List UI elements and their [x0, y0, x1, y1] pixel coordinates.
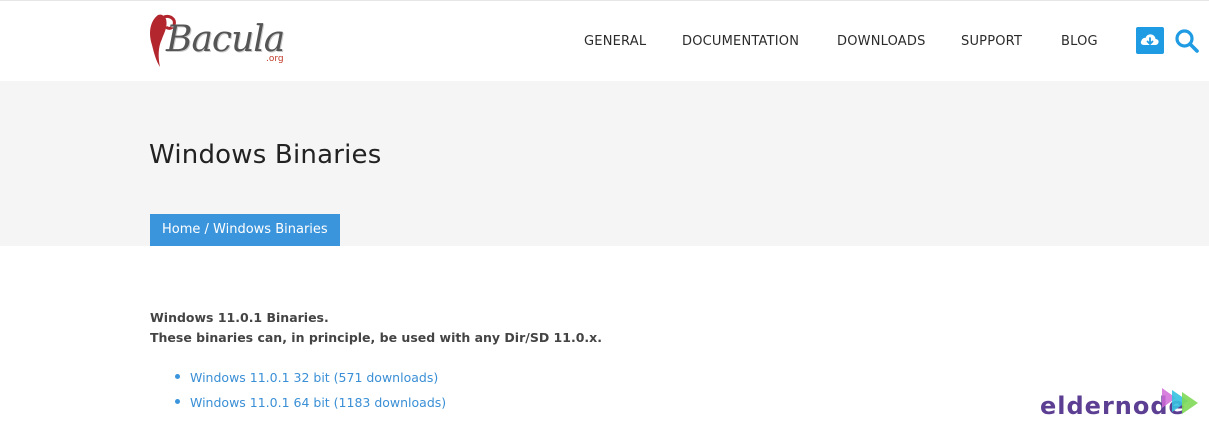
- play-arrows-icon: [1162, 388, 1198, 414]
- bullet-icon: [175, 374, 180, 379]
- download-list: Windows 11.0.1 32 bit (571 downloads) Wi…: [150, 367, 446, 417]
- intro-line-2: These binaries can, in principle, be use…: [150, 330, 602, 345]
- breadcrumb: Home / Windows Binaries: [150, 214, 340, 246]
- breadcrumb-home-link[interactable]: Home: [162, 222, 200, 237]
- nav-general[interactable]: GENERAL: [584, 34, 646, 49]
- cloud-download-icon: [1140, 34, 1159, 45]
- search-button[interactable]: [1174, 28, 1200, 54]
- breadcrumb-separator: /: [200, 222, 214, 237]
- nav-support[interactable]: SUPPORT: [961, 34, 1022, 49]
- page-title: Windows Binaries: [149, 140, 382, 170]
- site-header: Bacula .org GENERAL DOCUMENTATION DOWNLO…: [0, 0, 1209, 81]
- eldernode-watermark: eldernode: [1040, 386, 1205, 426]
- intro-line-1: Windows 11.0.1 Binaries.: [150, 310, 329, 325]
- nav-documentation[interactable]: DOCUMENTATION: [682, 34, 799, 49]
- logo-subtext: .org: [266, 54, 284, 64]
- nav-downloads[interactable]: DOWNLOADS: [837, 34, 926, 49]
- bullet-icon: [175, 399, 180, 404]
- nav-blog[interactable]: BLOG: [1061, 34, 1098, 49]
- download-button[interactable]: [1136, 27, 1164, 54]
- list-item: Windows 11.0.1 32 bit (571 downloads): [150, 367, 446, 392]
- search-icon: [1175, 29, 1199, 53]
- download-link-32bit[interactable]: Windows 11.0.1 32 bit (571 downloads): [190, 370, 438, 385]
- breadcrumb-current: Windows Binaries: [213, 222, 328, 237]
- intro-text: Windows 11.0.1 Binaries. These binaries …: [150, 308, 602, 348]
- download-link-64bit[interactable]: Windows 11.0.1 64 bit (1183 downloads): [190, 395, 446, 410]
- bacula-logo[interactable]: Bacula .org: [146, 11, 296, 69]
- list-item: Windows 11.0.1 64 bit (1183 downloads): [150, 392, 446, 417]
